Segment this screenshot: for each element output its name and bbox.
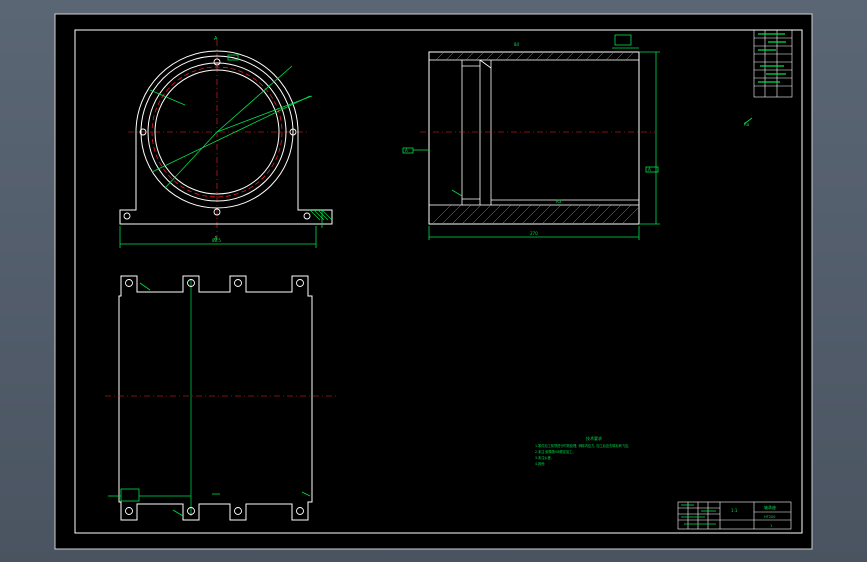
notes-line-1: 1.零件加工前须进行时效处理, 消除内应力, 加工后应去除毛刺飞边,: [535, 443, 629, 448]
side-tol-left: A: [405, 148, 408, 153]
side-tol-right: A: [648, 167, 651, 172]
side-dim-bottom: 270: [530, 231, 538, 236]
roughness-mark: Ra: [744, 122, 750, 127]
title-sheet: 1: [770, 524, 772, 528]
front-label-top: A: [214, 36, 218, 42]
notes-line-3: 3.未注公差,: [535, 455, 552, 460]
title-material: HT200: [764, 515, 775, 519]
title-scale: 1:1: [731, 508, 738, 513]
front-label-bottom: A: [214, 236, 218, 242]
sheet-background: [54, 13, 813, 550]
side-dim-top: 84: [514, 42, 520, 47]
notes-title: 技术要求: [586, 435, 602, 441]
notes-line-2: 2.未注 倒角按GB规定加工。: [535, 449, 576, 454]
notes-line-4: 4.其他: [535, 461, 545, 466]
cad-drawing-sheet: 88.5 A A 84 270 R3 A A Ra 技术要求 1.零件加工前须进…: [54, 13, 813, 550]
side-dim-mid: R3: [556, 199, 562, 204]
title-part-name: 轴承座: [764, 504, 776, 510]
